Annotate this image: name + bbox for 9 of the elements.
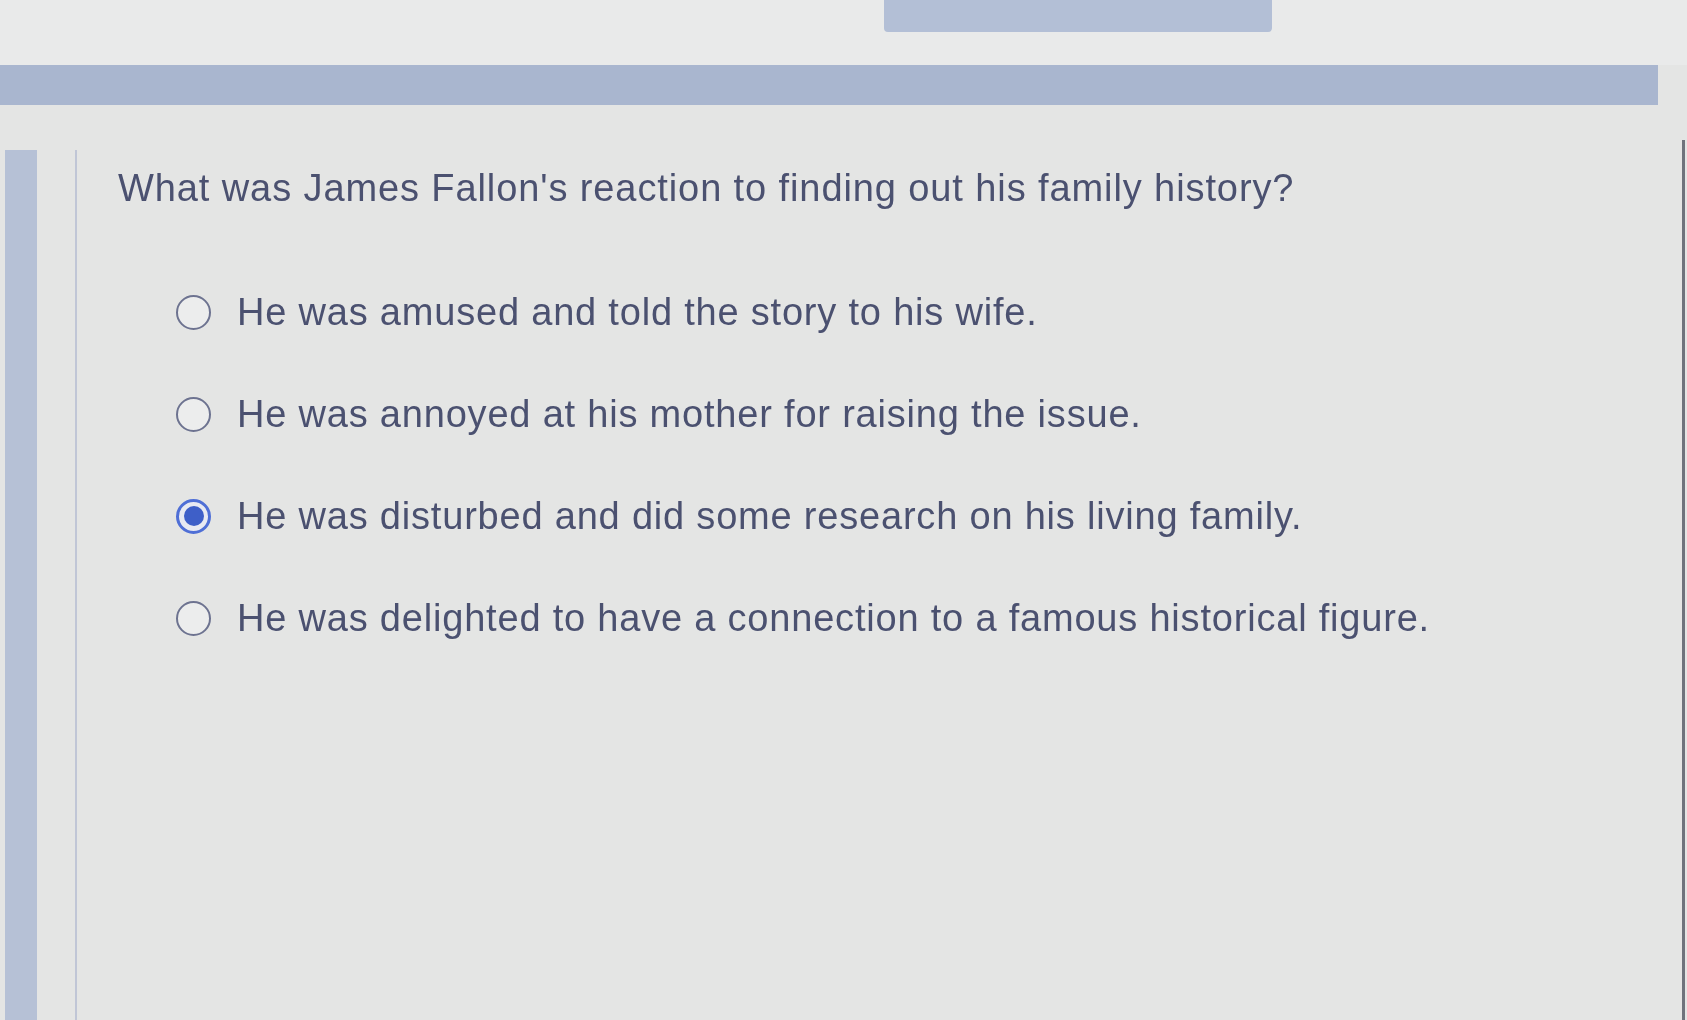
answer-option-text[interactable]: He was delighted to have a connection to a famous historical figure. [237, 595, 1430, 641]
radio-button[interactable] [176, 396, 211, 432]
radio-button[interactable] [176, 498, 211, 534]
radio-button[interactable] [176, 294, 211, 330]
answer-option-text[interactable]: He was annoyed at his mother for raising the issue. [237, 391, 1142, 437]
question-text: What was James Fallon's reaction to finding out his family history? [118, 166, 1295, 211]
answer-option-text[interactable]: He was amused and told the story to his wife. [237, 289, 1038, 335]
answer-option-text[interactable]: He was disturbed and did some research on his living family. [237, 493, 1303, 539]
radio-button[interactable] [176, 600, 211, 636]
